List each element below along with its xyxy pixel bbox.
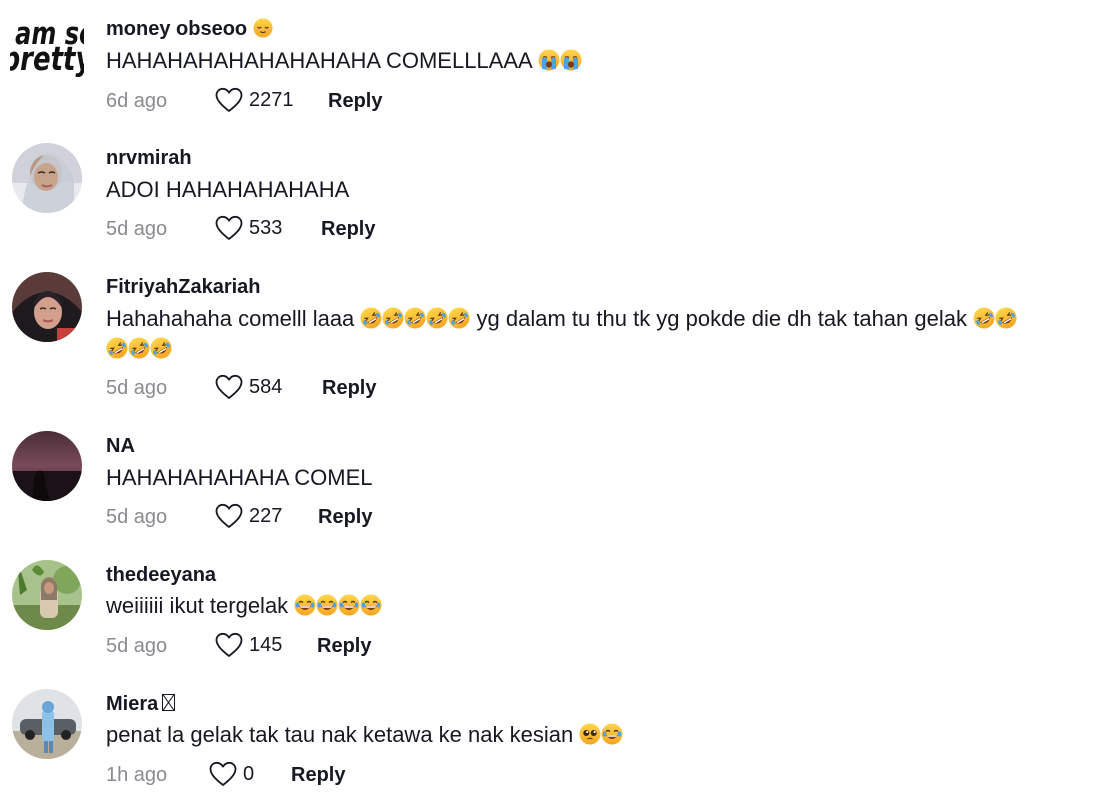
rofl-icon <box>973 307 995 329</box>
reply-button[interactable]: Reply <box>291 762 345 788</box>
comment-meta: 5d ago 227 Reply <box>106 502 606 532</box>
heart-outline-icon <box>215 87 243 113</box>
tears-of-joy-icon <box>316 594 338 616</box>
heart-outline-icon <box>215 503 243 529</box>
tears-of-joy-icon <box>360 594 382 616</box>
avatar[interactable] <box>12 272 82 342</box>
heart-outline-icon <box>215 374 243 400</box>
comment-meta: 5d ago 584 Reply <box>106 373 606 403</box>
rofl-icon <box>150 337 172 359</box>
like-count: 584 <box>249 376 283 398</box>
reply-button[interactable]: Reply <box>322 375 376 401</box>
avatar[interactable] <box>12 143 82 213</box>
like-count: 227 <box>249 505 283 527</box>
like-count: 0 <box>243 763 255 785</box>
missing-glyph-icon <box>162 694 176 711</box>
comment-text: HAHAHAHAHAHAHAHAHA COMELLLAAA <box>106 46 1106 76</box>
comment-time: 1h ago <box>106 764 168 786</box>
avatar[interactable] <box>12 689 82 759</box>
username[interactable]: FitriyahZakariah <box>106 275 261 299</box>
username[interactable]: thedeeyana <box>106 563 216 587</box>
username[interactable]: NA <box>106 434 135 458</box>
rofl-icon <box>995 307 1017 329</box>
rofl-icon <box>106 337 128 359</box>
username[interactable]: money obseoo <box>106 17 273 41</box>
reply-button[interactable]: Reply <box>318 504 372 530</box>
heart-outline-icon <box>215 215 243 241</box>
comment-time: 5d ago <box>106 218 168 240</box>
rofl-icon <box>382 307 404 329</box>
comment-meta: 5d ago 533 Reply <box>106 214 606 244</box>
heart-outline-icon <box>209 761 237 787</box>
like-count: 2271 <box>249 89 294 111</box>
tears-of-joy-icon <box>601 723 623 745</box>
loudly-crying-face-icon <box>560 49 582 71</box>
loudly-crying-face-icon <box>538 49 560 71</box>
username[interactable]: Miera <box>106 692 176 716</box>
tears-of-joy-icon <box>338 594 360 616</box>
rofl-icon <box>128 337 150 359</box>
rofl-icon <box>448 307 470 329</box>
svg-text:pretty: pretty <box>10 40 84 78</box>
avatar[interactable]: i am so pretty <box>10 14 84 84</box>
tears-of-joy-icon <box>294 594 316 616</box>
rofl-icon <box>360 307 382 329</box>
avatar[interactable] <box>12 431 82 501</box>
comment-time: 5d ago <box>106 506 168 528</box>
rofl-icon <box>426 307 448 329</box>
comment-time: 6d ago <box>106 90 168 112</box>
reply-button[interactable]: Reply <box>328 88 382 114</box>
comment-meta: 6d ago 2271 Reply <box>106 86 606 116</box>
heart-outline-icon <box>215 632 243 658</box>
comment-time: 5d ago <box>106 635 168 657</box>
comment-text: penat la gelak tak tau nak ketawa ke nak… <box>106 720 1106 750</box>
username[interactable]: nrvmirah <box>106 146 192 170</box>
comment-text: weiiiiii ikut tergelak <box>106 591 1106 621</box>
comment-text: HAHAHAHAHAHA COMEL <box>106 465 373 490</box>
comment-text: ADOI HAHAHAHAHAHA <box>106 177 350 202</box>
avatar[interactable] <box>12 560 82 630</box>
like-count: 533 <box>249 217 283 239</box>
comment-meta: 5d ago 145 Reply <box>106 631 606 661</box>
pleading-face-icon <box>579 723 601 745</box>
comment-time: 5d ago <box>106 377 168 399</box>
relieved-face-icon <box>253 18 273 38</box>
rofl-icon <box>404 307 426 329</box>
comment-meta: 1h ago 0 Reply <box>106 760 606 790</box>
reply-button[interactable]: Reply <box>317 633 371 659</box>
comment-text: Hahahahaha comelll laaa yg dalam tu thu … <box>106 304 1106 364</box>
like-count: 145 <box>249 634 283 656</box>
reply-button[interactable]: Reply <box>321 216 375 242</box>
